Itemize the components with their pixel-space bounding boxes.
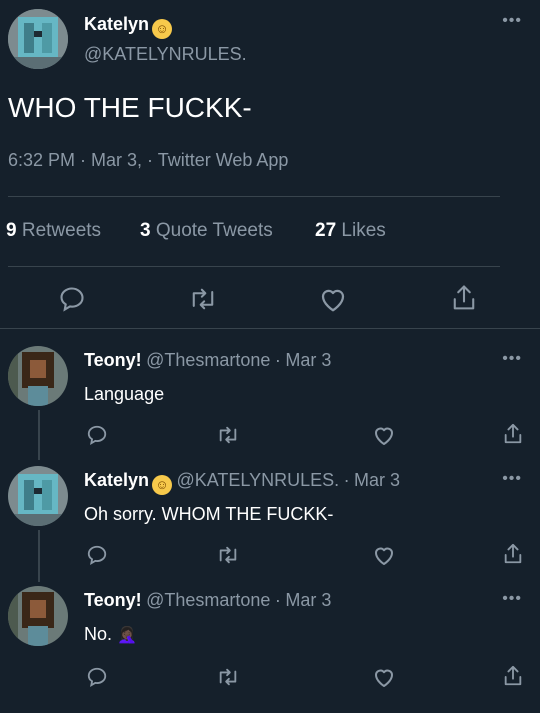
avatar-image — [8, 586, 68, 646]
facepalm-emoji-icon: 🤦🏿‍♀️ — [117, 627, 137, 644]
retweet-icon[interactable] — [188, 285, 218, 313]
reply-text: No. — [84, 624, 113, 644]
reply-date[interactable]: Mar 3 — [354, 470, 400, 490]
reply-author-handle[interactable]: @Thesmartone — [146, 590, 270, 610]
reply-author-handle[interactable]: @Thesmartone — [146, 350, 270, 370]
reply-author-handle[interactable]: @KATELYNRULES. — [176, 470, 339, 490]
more-options-icon[interactable]: ••• — [502, 470, 522, 488]
smile-emoji-icon: ☺ — [152, 475, 173, 495]
avatar-image — [8, 9, 68, 69]
reply-avatar[interactable] — [8, 586, 68, 646]
reply-author-name[interactable]: Teony! — [84, 350, 142, 370]
like-icon[interactable] — [372, 544, 396, 566]
reply-header: Teony! @Thesmartone · Mar 3 — [84, 350, 332, 370]
reply-text: Language — [84, 384, 165, 404]
reply-icon[interactable] — [58, 285, 86, 313]
reply-header: Teony! @Thesmartone · Mar 3 — [84, 590, 332, 610]
reply-avatar[interactable] — [8, 466, 68, 526]
reply-author-name[interactable]: Teony! — [84, 590, 142, 610]
reply-icon[interactable] — [86, 424, 108, 446]
reply-text-row: No. 🤦🏿‍♀️ — [84, 624, 137, 645]
tweet-text: WHO THE FUCKK- — [8, 92, 252, 123]
retweet-icon[interactable] — [216, 666, 240, 688]
retweet-icon[interactable] — [216, 544, 240, 566]
retweets-stat[interactable]: 9 Retweets — [6, 220, 101, 242]
likes-stat[interactable]: 27 Likes — [315, 220, 386, 242]
avatar-image — [8, 466, 68, 526]
reply-author-name[interactable]: Katelyn — [84, 470, 149, 490]
reply-avatar[interactable] — [8, 346, 68, 406]
like-icon[interactable] — [372, 424, 396, 446]
like-icon[interactable] — [372, 666, 396, 688]
divider — [0, 328, 540, 329]
author-handle[interactable]: @KATELYNRULES. — [84, 44, 247, 65]
retweet-icon[interactable] — [216, 424, 240, 446]
divider — [8, 266, 500, 267]
share-icon[interactable] — [450, 283, 478, 313]
reply-icon[interactable] — [86, 666, 108, 688]
reply-text: Oh sorry. WHOM THE FUCKK- — [84, 504, 334, 524]
avatar-image — [8, 346, 68, 406]
thread-line — [38, 530, 40, 582]
thread-line — [38, 410, 40, 460]
tweet-meta: 6:32 PM · Mar 3, · Twitter Web App — [8, 150, 289, 170]
more-options-icon[interactable]: ••• — [502, 350, 522, 368]
share-icon[interactable] — [502, 422, 524, 446]
reply-date[interactable]: Mar 3 — [285, 350, 331, 370]
share-icon[interactable] — [502, 664, 524, 688]
share-icon[interactable] — [502, 542, 524, 566]
more-options-icon[interactable]: ••• — [502, 12, 522, 30]
author-name[interactable]: Katelyn — [84, 14, 149, 34]
smile-emoji-icon: ☺ — [152, 19, 173, 39]
quote-tweets-stat[interactable]: 3 Quote Tweets — [140, 220, 273, 242]
reply-date[interactable]: Mar 3 — [285, 590, 331, 610]
more-options-icon[interactable]: ••• — [502, 590, 522, 608]
reply-icon[interactable] — [86, 544, 108, 566]
like-icon[interactable] — [318, 285, 348, 313]
divider — [8, 196, 500, 197]
reply-header: Katelyn ☺ @KATELYNRULES. · Mar 3 — [84, 470, 400, 495]
author-avatar[interactable] — [8, 9, 68, 69]
author-name-row[interactable]: Katelyn ☺ — [84, 14, 173, 39]
